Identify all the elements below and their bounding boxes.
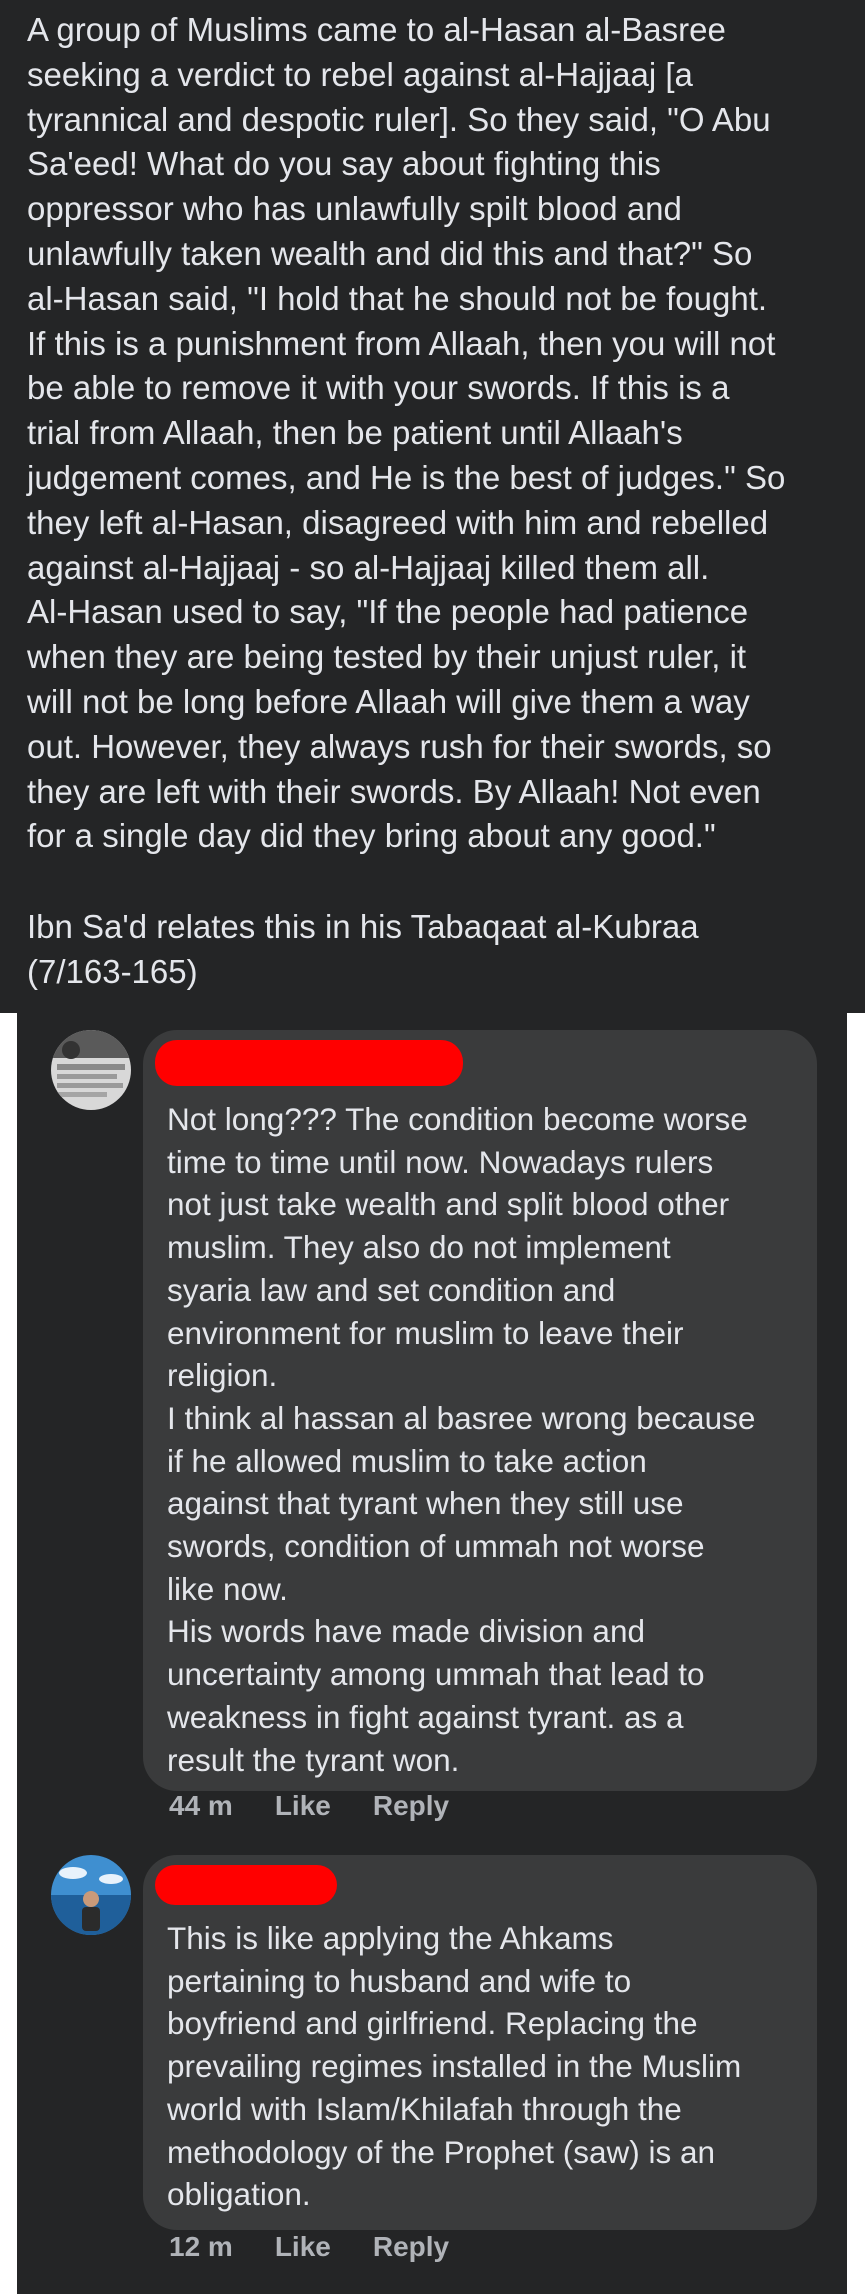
- redacted-commenter-name: [155, 1040, 463, 1086]
- reply-button[interactable]: Reply: [373, 2231, 449, 2263]
- screenshot-page: A group of Muslims came to al-Hasan al-B…: [0, 0, 865, 2294]
- comment-actions: 12 m Like Reply: [169, 2231, 449, 2263]
- avatar-image: [51, 1030, 131, 1110]
- comment-text: This is like applying the Ahkams pertain…: [167, 1920, 742, 2213]
- post-body-text: A group of Muslims came to al-Hasan al-B…: [27, 11, 786, 855]
- comment-text: Not long??? The condition become worse t…: [167, 1101, 756, 1778]
- comments-panel: Not long??? The condition become worse t…: [17, 1013, 847, 2294]
- commenter-avatar[interactable]: [51, 1855, 131, 1935]
- comment-bubble: Not long??? The condition become worse t…: [143, 1030, 817, 1791]
- post-source-text: Ibn Sa'd relates this in his Tabaqaat al…: [27, 908, 699, 990]
- comment-timestamp: 44 m: [169, 1790, 233, 1821]
- comment-bubble: This is like applying the Ahkams pertain…: [143, 1855, 817, 2230]
- post-panel: A group of Muslims came to al-Hasan al-B…: [0, 0, 865, 1013]
- comment-timestamp: 12 m: [169, 2231, 233, 2262]
- avatar-image: [51, 1855, 131, 1935]
- reply-button[interactable]: Reply: [373, 1790, 449, 1822]
- comment-actions: 44 m Like Reply: [169, 1790, 449, 1822]
- commenter-avatar[interactable]: [51, 1030, 131, 1110]
- like-button[interactable]: Like: [275, 2231, 331, 2263]
- redacted-commenter-name: [155, 1865, 337, 1905]
- like-button[interactable]: Like: [275, 1790, 331, 1822]
